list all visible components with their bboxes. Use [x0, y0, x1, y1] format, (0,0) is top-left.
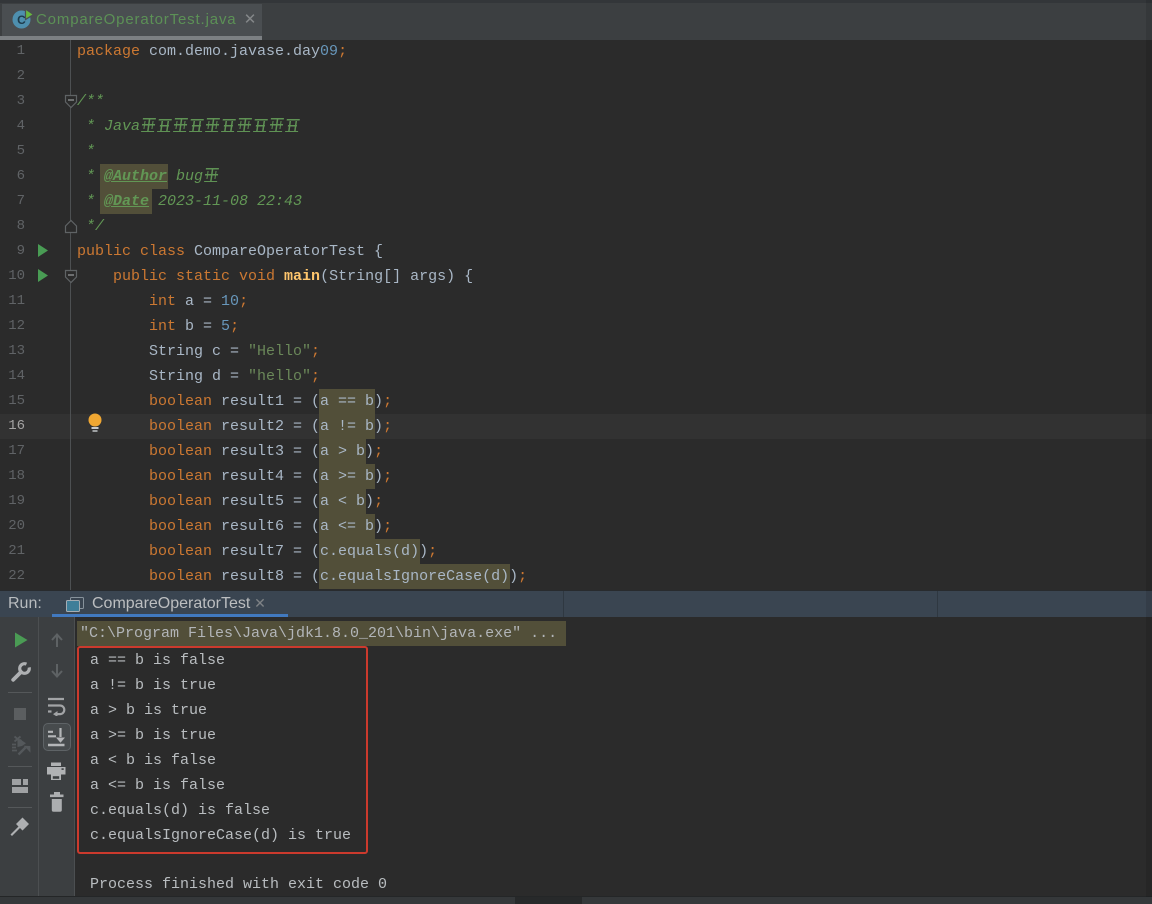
svg-text:C: C [17, 13, 26, 27]
